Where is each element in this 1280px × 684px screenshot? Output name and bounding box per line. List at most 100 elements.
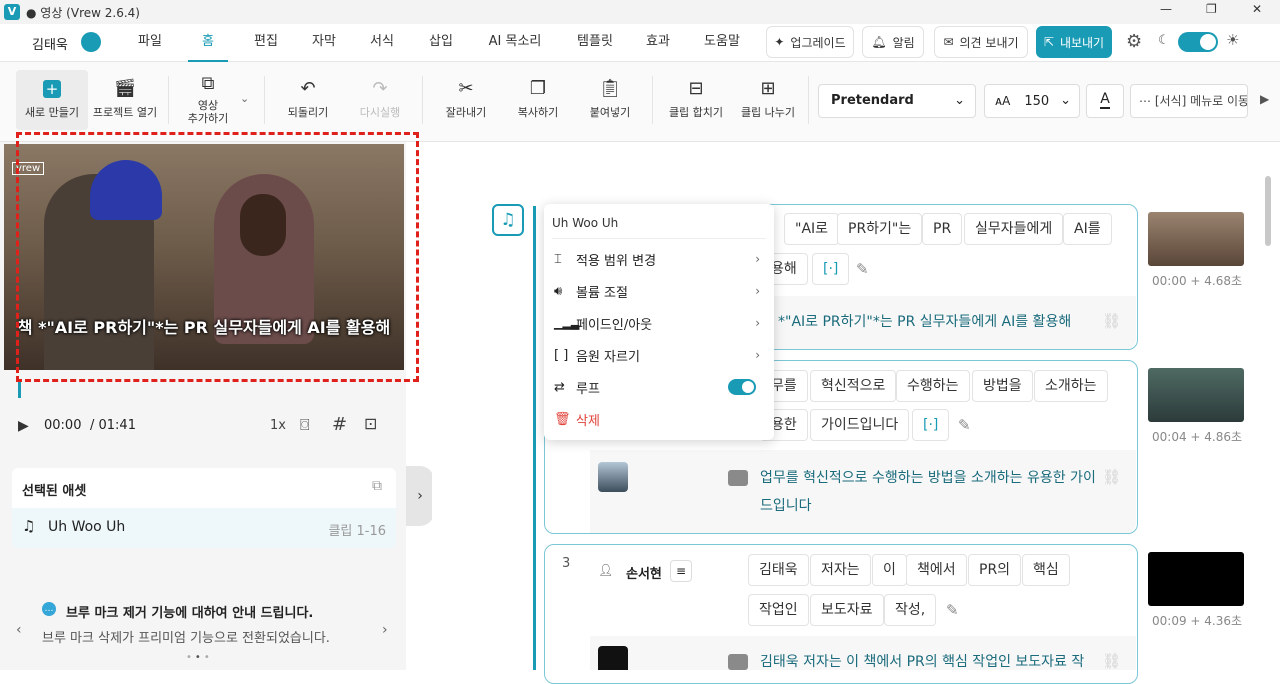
word-chip[interactable]: PR의 — [968, 554, 1022, 586]
subtitle-caption[interactable]: 업무를 혁신적으로 수행하는 방법을 소개하는 유용한 가이 — [760, 464, 1096, 492]
clip-thumbnail[interactable] — [1148, 212, 1244, 266]
close-icon[interactable]: ✕ — [1252, 2, 1262, 16]
word-chip[interactable]: PR — [922, 213, 963, 245]
music-track-button[interactable]: ♫ — [492, 204, 524, 236]
word-chip[interactable]: 책에서 — [906, 554, 967, 586]
play-icon[interactable]: ▶ — [18, 418, 29, 434]
tab-format[interactable]: 서식 — [364, 24, 400, 62]
feedback-button[interactable]: ✉ 의견 보내기 — [934, 26, 1028, 58]
unlink-icon[interactable]: ⛓ — [1102, 468, 1121, 486]
word-chip[interactable]: 이 — [872, 554, 907, 586]
user-name[interactable]: 김태욱 — [32, 34, 68, 53]
subtitle-caption[interactable]: *"AI로 PR하기"*는 PR 실무자들에게 AI를 활용해 — [778, 308, 1071, 336]
external-link-icon[interactable]: ⧉ — [372, 478, 382, 494]
word-chip[interactable]: 저자는 — [810, 554, 871, 586]
clip-media-thumb[interactable] — [598, 462, 628, 492]
bell-icon: 🔔︎ — [871, 35, 887, 49]
minimize-icon[interactable]: — — [1160, 2, 1172, 16]
word-chip[interactable]: 보도자료 — [810, 594, 884, 626]
word-chip[interactable]: 수행하는 — [896, 370, 970, 402]
menu-item-loop[interactable]: ⇄ 루프 — [554, 372, 766, 402]
word-chip[interactable]: 핵심 — [1022, 554, 1070, 586]
prev-notice-icon[interactable]: ‹ — [16, 622, 22, 638]
word-chip[interactable]: AI를 — [1063, 213, 1112, 245]
silence-chip[interactable]: [·] — [812, 253, 850, 285]
notice-title: 브루 마크 제거 기능에 대하여 안내 드립니다. — [66, 606, 314, 621]
word-chip[interactable]: 방법을 — [972, 370, 1033, 402]
word-chip[interactable]: 소개하는 — [1034, 370, 1108, 402]
clip-thumbnail[interactable] — [1148, 552, 1244, 606]
restore-icon[interactable]: ❐ — [1206, 2, 1217, 16]
tab-template[interactable]: 템플릿 — [570, 24, 620, 62]
loop-toggle[interactable] — [728, 379, 756, 395]
menu-item-fade[interactable]: ▁▂▃ 페이드인/아웃 › — [554, 308, 766, 338]
sliders-icon[interactable]: ≡ — [670, 560, 692, 582]
menu-item-trim[interactable]: [ ] 음원 자르기 › — [554, 340, 766, 370]
word-chip[interactable]: 가이드입니다 — [810, 409, 910, 441]
speed-button[interactable]: 1x — [270, 418, 286, 433]
add-video-button[interactable]: ⧉ 영상 추가하기 — [180, 70, 236, 130]
export-button[interactable]: ⇱ 내보내기 — [1036, 26, 1112, 58]
plus-icon: + — [43, 80, 61, 98]
font-size-icon: ᴀA — [995, 94, 1011, 108]
tab-help[interactable]: 도움말 — [700, 24, 744, 62]
tab-file[interactable]: 파일 — [132, 24, 168, 62]
word-chip[interactable]: "AI로 — [784, 213, 840, 245]
word-chip[interactable]: 작성, — [884, 594, 937, 626]
redo-button[interactable]: ↷ 다시실행 — [352, 70, 408, 130]
tab-ai-voice[interactable]: AI 목소리 — [484, 24, 546, 62]
format-menu-button[interactable]: ⋯ [서식] 메뉴로 이동 — [1130, 84, 1248, 118]
undo-button[interactable]: ↶ 되돌리기 — [280, 70, 336, 130]
font-select[interactable]: Pretendard ⌄ — [818, 84, 976, 118]
toolbar-next-icon[interactable]: ▶ — [1260, 92, 1269, 106]
pencil-icon[interactable]: ✎ — [946, 601, 959, 619]
speaker-name[interactable]: 손서현 — [626, 563, 662, 582]
merge-clip-button[interactable]: ⊟ 클립 합치기 — [666, 70, 726, 130]
split-clip-button[interactable]: ⊞ 클립 나누기 — [738, 70, 798, 130]
subtitle-caption-line2[interactable]: 드입니다 — [760, 492, 812, 520]
word-chip[interactable]: 혁신적으로 — [810, 370, 897, 402]
gear-icon[interactable]: ⚙ — [1126, 31, 1142, 52]
menu-item-volume[interactable]: 🔊︎ 볼륨 조절 › — [554, 276, 766, 306]
clip-media-thumb[interactable] — [598, 646, 628, 670]
cut-button[interactable]: ✂ 잘라내기 — [438, 70, 494, 130]
open-project-button[interactable]: 🎬︎ 프로젝트 열기 — [90, 70, 160, 130]
silence-chip[interactable]: [·] — [912, 409, 950, 441]
tab-edit[interactable]: 편집 — [248, 24, 284, 62]
word-chip[interactable]: 작업인 — [748, 594, 809, 626]
playhead[interactable] — [18, 382, 21, 398]
avatar[interactable] — [81, 32, 101, 52]
chevron-down-icon[interactable]: ⌄ — [240, 92, 249, 105]
next-notice-icon[interactable]: › — [382, 622, 388, 638]
theme-toggle[interactable] — [1178, 32, 1218, 52]
copy-button[interactable]: ❐ 복사하기 — [510, 70, 566, 130]
scrollbar[interactable] — [1265, 176, 1271, 246]
panel-collapse-handle[interactable]: › — [406, 466, 434, 526]
word-chip[interactable]: 실무자들에게 — [964, 213, 1064, 245]
font-size-select[interactable]: ᴀA 150 ⌄ — [984, 84, 1080, 118]
clip-thumbnail[interactable] — [1148, 368, 1244, 422]
scissors-icon: ✂ — [458, 78, 474, 99]
alarm-button[interactable]: 🔔︎ 알림 — [862, 26, 924, 58]
upgrade-button[interactable]: ✦ 업그레이드 — [766, 26, 854, 58]
pencil-icon[interactable]: ✎ — [958, 416, 971, 434]
text-color-button[interactable]: A — [1086, 84, 1124, 118]
word-chip[interactable]: 김태욱 — [748, 554, 809, 586]
pencil-icon[interactable]: ✎ — [856, 260, 869, 278]
new-button[interactable]: + 새로 만들기 — [16, 70, 88, 130]
tab-subtitle[interactable]: 자막 — [306, 24, 342, 62]
word-chip[interactable]: PR하기"는 — [837, 213, 923, 245]
tab-home[interactable]: 홈 — [188, 24, 228, 62]
fullscreen-icon[interactable]: ⊡ — [364, 414, 377, 433]
menu-item-scope[interactable]: ⌶ 적용 범위 변경 › — [554, 244, 766, 274]
menu-item-delete[interactable]: 🗑︎ 삭제 — [554, 404, 766, 434]
tab-effects[interactable]: 효과 — [640, 24, 676, 62]
unlink-icon[interactable]: ⛓ — [1102, 652, 1121, 670]
tab-insert[interactable]: 삽입 — [423, 24, 459, 62]
asset-row[interactable]: ♫ Uh Woo Uh 클립 1-16 — [12, 508, 396, 548]
unlink-icon[interactable]: ⛓ — [1102, 312, 1121, 330]
grid-icon[interactable]: # — [332, 414, 347, 435]
camera-icon[interactable]: ⌼ — [300, 415, 310, 435]
paste-button[interactable]: 📋︎ 붙여넣기 — [582, 70, 638, 130]
subtitle-caption[interactable]: 김태욱 저자는 이 책에서 PR의 핵심 작업인 보도자료 작 — [760, 648, 1084, 676]
